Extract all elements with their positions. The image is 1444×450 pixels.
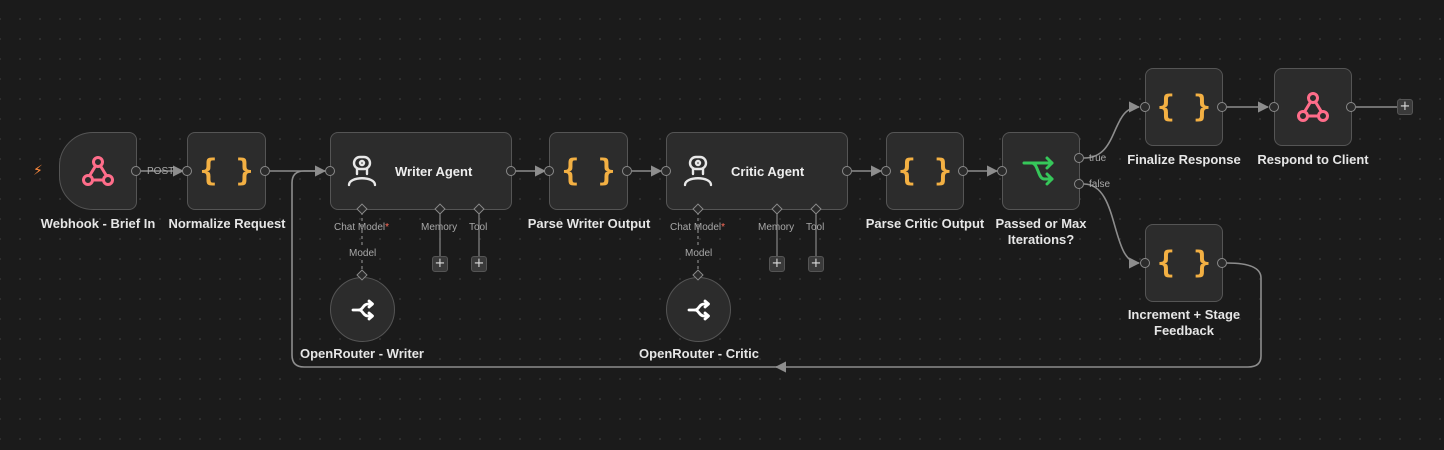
input-port[interactable]: [1269, 102, 1279, 112]
node-label: Parse Writer Output: [527, 216, 651, 231]
memory-label: Memory: [421, 222, 458, 233]
output-port[interactable]: [506, 166, 516, 176]
input-port[interactable]: [182, 166, 192, 176]
if-branch-icon: [1022, 156, 1054, 186]
node-label: Respond to Client: [1257, 152, 1369, 167]
node-label: Passed or Max Iterations?: [995, 216, 1087, 247]
add-memory-button[interactable]: +: [432, 256, 448, 272]
webhook-icon: [1297, 92, 1329, 122]
add-next-node-button[interactable]: +: [1397, 99, 1413, 115]
node-webhook-brief-in[interactable]: [59, 132, 137, 210]
node-label: Normalize Request: [168, 216, 286, 231]
tool-label: Tool: [469, 222, 488, 233]
add-tool-button[interactable]: +: [471, 256, 487, 272]
add-tool-button[interactable]: +: [808, 256, 824, 272]
output-port[interactable]: [958, 166, 968, 176]
chat-model-label: Chat Model*: [670, 222, 726, 233]
code-braces-icon: { }: [199, 153, 254, 189]
node-label: Increment + Stage Feedback: [1127, 307, 1241, 338]
code-braces-icon: { }: [897, 153, 953, 189]
node-critic-agent[interactable]: Critic Agent: [666, 132, 848, 210]
output-port[interactable]: [260, 166, 270, 176]
openrouter-icon: [687, 299, 710, 320]
output-port[interactable]: [131, 166, 141, 176]
model-label: Model: [348, 248, 378, 259]
node-title: Writer Agent: [395, 163, 473, 179]
node-increment-stage-feedback[interactable]: { }: [1145, 224, 1223, 302]
node-writer-agent[interactable]: Writer Agent: [330, 132, 512, 210]
chat-model-label: Chat Model*: [334, 222, 390, 233]
input-port[interactable]: [1140, 102, 1150, 112]
code-braces-icon: { }: [1156, 245, 1212, 281]
input-port[interactable]: [1140, 258, 1150, 268]
node-label: OpenRouter - Critic: [639, 346, 759, 361]
memory-label: Memory: [758, 222, 795, 233]
node-title: Critic Agent: [731, 163, 805, 179]
output-port[interactable]: [1346, 102, 1356, 112]
webhook-icon: [82, 156, 114, 186]
node-openrouter-writer[interactable]: [330, 277, 395, 342]
input-port[interactable]: [325, 166, 335, 176]
input-port[interactable]: [997, 166, 1007, 176]
tool-label: Tool: [806, 222, 825, 233]
edge-if-true-finalize: [1083, 101, 1141, 159]
robot-icon: [347, 155, 377, 187]
true-output-port[interactable]: [1074, 153, 1084, 163]
add-memory-button[interactable]: +: [769, 256, 785, 272]
node-openrouter-critic[interactable]: [666, 277, 731, 342]
trigger-bolt-icon: ⚡: [33, 163, 43, 179]
output-port[interactable]: [842, 166, 852, 176]
node-finalize-response[interactable]: { }: [1145, 68, 1223, 146]
node-label: OpenRouter - Writer: [300, 346, 424, 361]
node-passed-or-max-iterations[interactable]: [1002, 132, 1080, 210]
post-label: POST: [147, 166, 175, 177]
model-label: Model: [684, 248, 714, 259]
false-output-port[interactable]: [1074, 179, 1084, 189]
input-port[interactable]: [544, 166, 554, 176]
node-normalize-request[interactable]: { }: [187, 132, 266, 210]
code-braces-icon: { }: [1156, 89, 1212, 125]
output-port[interactable]: [1217, 258, 1227, 268]
robot-icon: [683, 155, 713, 187]
output-port[interactable]: [622, 166, 632, 176]
code-braces-icon: { }: [561, 153, 616, 189]
input-port[interactable]: [881, 166, 891, 176]
false-branch-label: false: [1089, 179, 1111, 190]
node-respond-to-client[interactable]: [1274, 68, 1352, 146]
node-parse-writer-output[interactable]: { }: [549, 132, 628, 210]
input-port[interactable]: [661, 166, 671, 176]
openrouter-icon: [351, 299, 374, 320]
output-port[interactable]: [1217, 102, 1227, 112]
node-parse-critic-output[interactable]: { }: [886, 132, 964, 210]
